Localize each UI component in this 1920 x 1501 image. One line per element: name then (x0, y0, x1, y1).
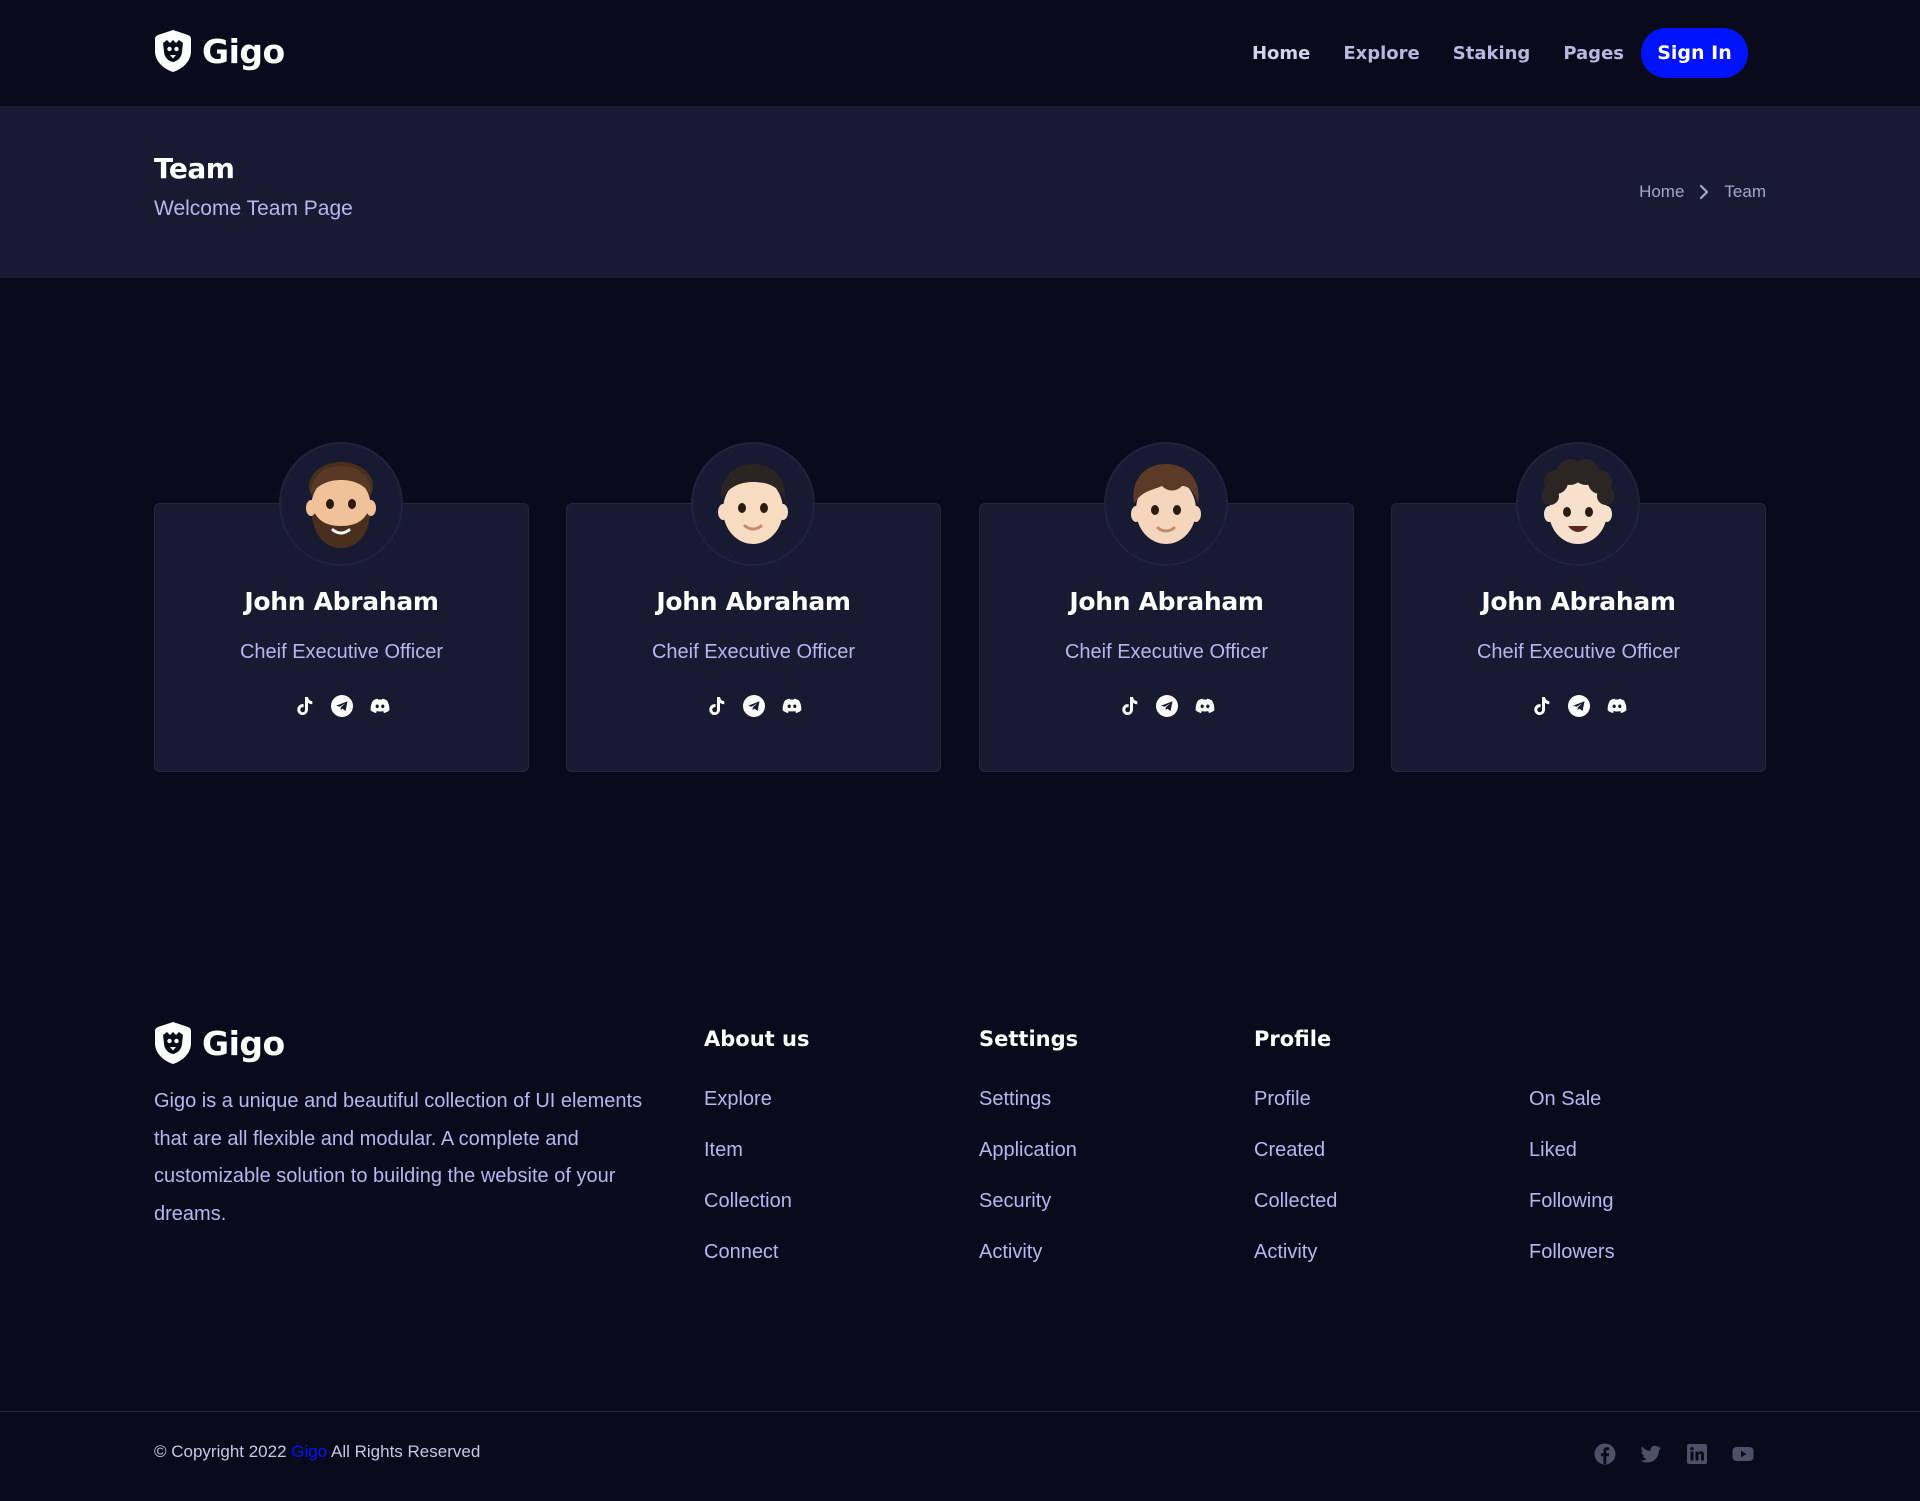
curly-man-emoji (1541, 459, 1615, 544)
telegram-icon[interactable] (1567, 694, 1591, 718)
footer-link-profile[interactable]: Profile (1254, 1088, 1311, 1110)
discord-icon[interactable] (1605, 694, 1629, 718)
footer-column-profile: Profile Profile Created Collected Activi… (1254, 1027, 1337, 1263)
footer-link-collected[interactable]: Collected (1254, 1190, 1337, 1212)
member-name: John Abraham (244, 587, 439, 616)
logo-text: Gigo (202, 31, 285, 71)
chevron-right-icon (1698, 184, 1710, 200)
breadcrumb-home[interactable]: Home (1639, 182, 1684, 202)
member-name: John Abraham (1069, 587, 1264, 616)
footer-link-created[interactable]: Created (1254, 1139, 1325, 1161)
telegram-icon[interactable] (1155, 694, 1179, 718)
footer-column-title: About us (704, 1027, 810, 1051)
member-name: John Abraham (1481, 587, 1676, 616)
footer-link-followers[interactable]: Followers (1529, 1241, 1615, 1263)
boy-emoji (1131, 464, 1201, 544)
logo-text: Gigo (202, 1023, 285, 1063)
member-name: John Abraham (656, 587, 851, 616)
member-socials (1392, 694, 1765, 718)
footer-link-liked[interactable]: Liked (1529, 1139, 1577, 1161)
twitter-icon[interactable] (1640, 1443, 1662, 1465)
avatar (1516, 442, 1640, 566)
member-role: Cheif Executive Officer (1476, 641, 1681, 663)
member-socials (155, 694, 528, 718)
footer-description: Gigo is a unique and beautiful collectio… (154, 1090, 643, 1225)
nav-staking[interactable]: Staking (1453, 43, 1531, 64)
footer-link-activity[interactable]: Activity (1254, 1241, 1317, 1263)
man-emoji (718, 464, 788, 544)
member-socials (980, 694, 1353, 718)
tiktok-icon[interactable] (704, 694, 728, 718)
copyright-suffix: All Rights Reserved (331, 1442, 481, 1461)
nav-home[interactable]: Home (1252, 43, 1310, 64)
nav-pages[interactable]: Pages (1563, 43, 1624, 64)
footer-socials (1594, 1443, 1754, 1465)
copyright-prefix: © Copyright 2022 (154, 1442, 287, 1461)
copyright-brand-link[interactable]: Gigo (291, 1442, 327, 1461)
footer-link-following[interactable]: Following (1529, 1190, 1613, 1212)
footer-link-explore[interactable]: Explore (704, 1088, 772, 1110)
discord-icon[interactable] (1193, 694, 1217, 718)
footer-column-title: Settings (979, 1027, 1079, 1051)
youtube-icon[interactable] (1732, 1443, 1754, 1465)
footer-column-title: Profile (1254, 1027, 1332, 1051)
facebook-icon[interactable] (1594, 1443, 1616, 1465)
tiktok-icon[interactable] (1117, 694, 1141, 718)
breadcrumb: Home Team (1639, 182, 1766, 202)
member-role: Cheif Executive Officer (1064, 641, 1269, 663)
footer-link-settings[interactable]: Settings (979, 1088, 1051, 1110)
site-header: Gigo Home Explore Staking Pages Sign In (0, 0, 1920, 106)
discord-icon[interactable] (368, 694, 392, 718)
footer-link-on-sale[interactable]: On Sale (1529, 1088, 1601, 1110)
linkedin-icon[interactable] (1686, 1443, 1708, 1465)
team-grid: John Abraham Cheif Executive Officer Joh… (154, 442, 1766, 772)
avatar (691, 442, 815, 566)
discord-icon[interactable] (780, 694, 804, 718)
telegram-icon[interactable] (330, 694, 354, 718)
member-role: Cheif Executive Officer (651, 641, 856, 663)
breadcrumb-current: Team (1724, 182, 1766, 201)
avatar (1104, 442, 1228, 566)
member-socials (567, 694, 940, 718)
footer-link-activity[interactable]: Activity (979, 1241, 1042, 1263)
main-nav: Home Explore Staking Pages Sign In (1252, 28, 1748, 78)
tiktok-icon[interactable] (292, 694, 316, 718)
lion-shield-icon (154, 29, 192, 73)
bearded-man-emoji (306, 462, 376, 548)
footer-column-settings: Settings Settings Application Security A… (979, 1027, 1079, 1263)
footer-link-application[interactable]: Application (979, 1139, 1077, 1161)
footer-link-item[interactable]: Item (704, 1139, 743, 1161)
copyright: © Copyright 2022 Gigo All Rights Reserve… (154, 1442, 480, 1462)
avatar (279, 442, 403, 566)
lion-shield-icon (154, 1021, 192, 1065)
sign-in-button[interactable]: Sign In (1641, 28, 1748, 78)
footer-divider (0, 1411, 1920, 1412)
page-subtitle: Welcome Team Page (154, 197, 353, 220)
telegram-icon[interactable] (742, 694, 766, 718)
footer-link-security[interactable]: Security (979, 1190, 1051, 1212)
footer-link-collection[interactable]: Collection (704, 1190, 792, 1212)
page-title: Team (154, 152, 235, 185)
footer-column-about: About us Explore Item Collection Connect (704, 1027, 810, 1263)
nav-explore[interactable]: Explore (1343, 43, 1419, 64)
page-banner: Team Welcome Team Page Home Team (0, 106, 1920, 278)
footer-logo[interactable]: Gigo (154, 1021, 285, 1065)
member-role: Cheif Executive Officer (239, 641, 444, 663)
tiktok-icon[interactable] (1529, 694, 1553, 718)
header-logo[interactable]: Gigo (154, 29, 285, 73)
footer-link-connect[interactable]: Connect (704, 1241, 779, 1263)
